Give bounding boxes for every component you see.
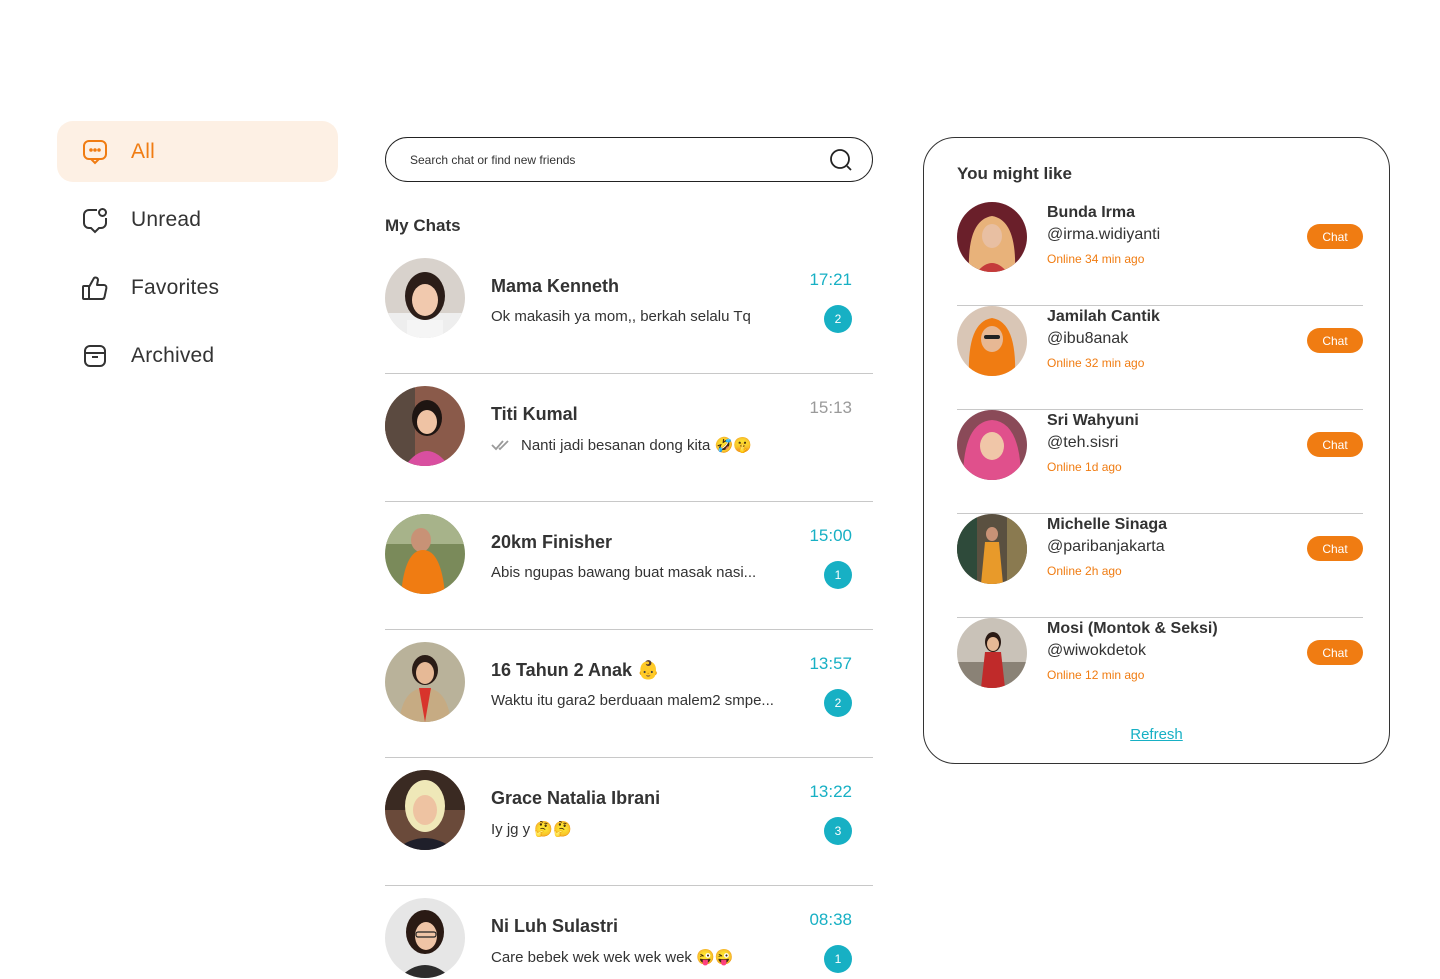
chats-panel: My Chats Mama Kenneth Ok makasih ya mom,…: [385, 137, 873, 979]
suggestion-list: Bunda Irma @irma.widiyanti Online 34 min…: [957, 202, 1363, 722]
chat-row[interactable]: 20km Finisher Abis ngupas bawang buat ma…: [385, 502, 873, 630]
chat-row[interactable]: 16 Tahun 2 Anak 👶 Waktu itu gara2 berdua…: [385, 630, 873, 758]
refresh-link[interactable]: Refresh: [924, 726, 1389, 743]
chat-row[interactable]: Titi Kumal Nanti jadi besanan dong kita …: [385, 374, 873, 502]
chat-preview: Waktu itu gara2 berduaan malem2 smpe...: [491, 692, 774, 709]
suggestions-panel: You might like Bunda Irma @irma.widiyant…: [923, 137, 1390, 764]
unread-badge: 2: [824, 689, 852, 717]
chat-name: Titi Kumal: [491, 404, 578, 424]
chat-time: 13:22: [809, 782, 852, 801]
suggestion-handle: @paribanjakarta: [1047, 538, 1165, 555]
chat-name: Ni Luh Sulastri: [491, 916, 619, 936]
sidebar-item-label: All: [131, 139, 155, 163]
unread-badge: 3: [824, 817, 852, 845]
sidebar-nav: All Unread Favorites Archived: [57, 121, 338, 393]
chat-button[interactable]: Chat: [1307, 224, 1363, 249]
chat-time: 08:38: [809, 910, 852, 929]
my-chats-title: My Chats: [385, 216, 461, 235]
chat-preview-text: Nanti jadi besanan dong kita 🤣🤫: [521, 437, 752, 454]
suggestion-handle: @wiwokdetok: [1047, 642, 1146, 659]
avatar: [957, 514, 1027, 584]
avatar: [385, 514, 465, 594]
avatar: [385, 386, 465, 466]
sidebar-item-all[interactable]: All: [57, 121, 338, 182]
suggestion-name: Sri Wahyuni: [1047, 412, 1139, 429]
chat-preview: Iy jg y 🤔🤔: [491, 821, 572, 838]
chat-time: 13:57: [809, 654, 852, 673]
search-icon[interactable]: [828, 147, 854, 173]
suggestion-item: Mosi (Montok & Seksi) @wiwokdetok Online…: [957, 618, 1363, 722]
sidebar-item-label: Unread: [131, 207, 202, 231]
chat-preview: Abis ngupas bawang buat masak nasi...: [491, 564, 757, 581]
chat-button[interactable]: Chat: [1307, 328, 1363, 353]
online-status: Online 34 min ago: [1047, 252, 1145, 266]
avatar: [957, 306, 1027, 376]
suggestion-name: Mosi (Montok & Seksi): [1047, 620, 1218, 637]
suggestion-name: Jamilah Cantik: [1047, 308, 1160, 325]
online-status: Online 12 min ago: [1047, 668, 1145, 682]
unread-badge: 1: [824, 561, 852, 589]
chat-name: Mama Kenneth: [491, 276, 620, 296]
online-status: Online 1d ago: [1047, 460, 1122, 474]
avatar: [385, 258, 465, 338]
search-bar: [385, 137, 873, 182]
avatar: [385, 770, 465, 850]
double-check-icon: [491, 439, 511, 451]
chat-preview: Ok makasih ya mom,, berkah selalu Tq: [491, 308, 751, 325]
suggestion-handle: @ibu8anak: [1047, 330, 1129, 347]
suggestion-item: Bunda Irma @irma.widiyanti Online 34 min…: [957, 202, 1363, 306]
chat-button[interactable]: Chat: [1307, 432, 1363, 457]
sidebar-item-archived[interactable]: Archived: [57, 325, 338, 386]
online-status: Online 32 min ago: [1047, 356, 1145, 370]
chat-time: 15:13: [809, 398, 852, 417]
sidebar-item-label: Favorites: [131, 275, 220, 299]
chat-time: 17:21: [809, 270, 852, 289]
suggestion-item: Sri Wahyuni @teh.sisri Online 1d ago Cha…: [957, 410, 1363, 514]
chat-list: Mama Kenneth Ok makasih ya mom,, berkah …: [385, 246, 873, 979]
unread-badge: 1: [824, 945, 852, 973]
chat-time: 15:00: [809, 526, 852, 545]
chat-button[interactable]: Chat: [1307, 536, 1363, 561]
chat-name: Grace Natalia Ibrani: [491, 788, 661, 808]
suggestion-handle: @irma.widiyanti: [1047, 226, 1161, 243]
chat-row[interactable]: Grace Natalia Ibrani Iy jg y 🤔🤔 13:22 3: [385, 758, 873, 886]
online-status: Online 2h ago: [1047, 564, 1122, 578]
thumbs-up-icon: [81, 274, 109, 302]
suggestion-item: Michelle Sinaga @paribanjakarta Online 2…: [957, 514, 1363, 618]
avatar: [385, 642, 465, 722]
sidebar-item-unread[interactable]: Unread: [57, 189, 338, 250]
unread-bubble-icon: [81, 206, 109, 234]
suggestion-name: Michelle Sinaga: [1047, 516, 1168, 533]
sidebar-item-label: Archived: [131, 343, 215, 367]
chat-name: 20km Finisher: [491, 532, 613, 552]
avatar: [957, 410, 1027, 480]
sidebar-item-favorites[interactable]: Favorites: [57, 257, 338, 318]
avatar: [957, 618, 1027, 688]
suggestion-handle: @teh.sisri: [1047, 434, 1119, 451]
unread-badge: 2: [824, 305, 852, 333]
chat-preview: Care bebek wek wek wek wek 😜😜: [491, 949, 734, 966]
avatar: [385, 898, 465, 978]
suggestion-item: Jamilah Cantik @ibu8anak Online 32 min a…: [957, 306, 1363, 410]
chat-button[interactable]: Chat: [1307, 640, 1363, 665]
search-input[interactable]: [410, 152, 828, 167]
chat-row[interactable]: Ni Luh Sulastri Care bebek wek wek wek w…: [385, 886, 873, 979]
suggestions-title: You might like: [957, 164, 1072, 183]
suggestion-name: Bunda Irma: [1047, 204, 1136, 221]
archive-box-icon: [81, 342, 109, 370]
chat-bubble-icon: [81, 138, 109, 166]
chat-preview: Nanti jadi besanan dong kita 🤣🤫: [491, 436, 752, 454]
avatar: [957, 202, 1027, 272]
chat-name: 16 Tahun 2 Anak 👶: [491, 660, 660, 680]
chat-row[interactable]: Mama Kenneth Ok makasih ya mom,, berkah …: [385, 246, 873, 374]
